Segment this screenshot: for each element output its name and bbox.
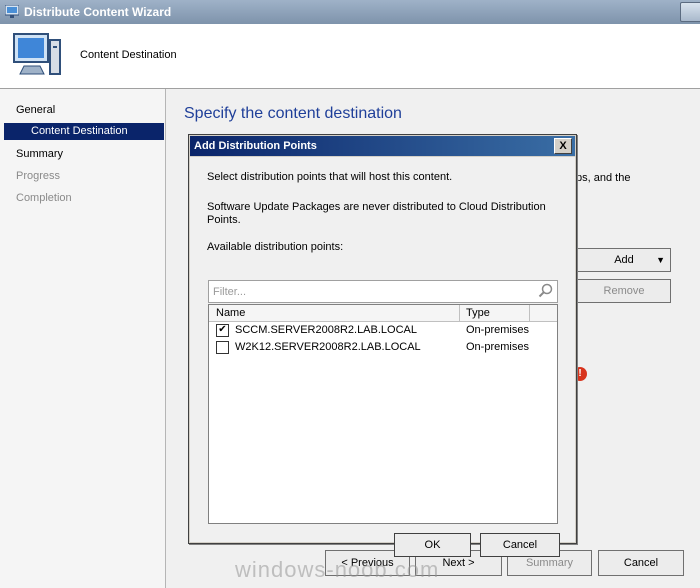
list-item[interactable]: W2K12.SERVER2008R2.LAB.LOCAL On-premises [209, 339, 557, 356]
available-points-label: Available distribution points: [207, 241, 344, 253]
checkbox-icon[interactable] [216, 341, 229, 354]
list-header: Name Type [209, 305, 557, 322]
distribution-point-name: SCCM.SERVER2008R2.LAB.LOCAL [235, 324, 417, 336]
add-button-label: Add [614, 254, 634, 266]
dialog-title: Add Distribution Points [194, 140, 317, 152]
wizard-navigation: General Content Destination Summary Prog… [0, 89, 166, 588]
dialog-cancel-button[interactable]: Cancel [480, 533, 560, 557]
filter-input[interactable]: Filter... [208, 280, 558, 303]
window-title: Distribute Content Wizard [24, 5, 172, 19]
wizard-header: Content Destination [0, 24, 700, 89]
checkbox-icon[interactable]: ✔ [216, 324, 229, 337]
distribution-point-type: On-premises [466, 341, 529, 353]
maximize-button[interactable] [680, 2, 700, 22]
column-separator[interactable] [459, 305, 460, 321]
column-name[interactable]: Name [216, 307, 245, 319]
nav-item-summary[interactable]: Summary [16, 148, 63, 160]
nav-item-progress: Progress [16, 170, 61, 182]
wizard-icon [5, 5, 19, 18]
close-icon[interactable]: X [554, 138, 572, 154]
computer-icon [13, 33, 61, 75]
partial-description-text: ps, and the [576, 172, 631, 184]
ok-button[interactable]: OK [394, 533, 471, 557]
cancel-button[interactable]: Cancel [598, 550, 684, 576]
dialog-instruction: Select distribution points that will hos… [207, 171, 453, 183]
dialog-note: Software Update Packages are never distr… [207, 201, 546, 226]
header-title: Content Destination [80, 49, 177, 61]
column-type[interactable]: Type [466, 307, 490, 319]
add-distribution-points-dialog: Add Distribution Points X Select distrib… [188, 134, 577, 557]
distribution-points-list[interactable]: Name Type ✔ SCCM.SERVER2008R2.LAB.LOCAL … [208, 304, 558, 524]
search-icon [538, 283, 553, 298]
filter-placeholder: Filter... [213, 286, 247, 298]
dropdown-arrow-icon: ▼ [656, 255, 665, 265]
distribution-point-name: W2K12.SERVER2008R2.LAB.LOCAL [235, 341, 421, 353]
column-separator[interactable] [529, 305, 530, 321]
nav-item-content-destination[interactable]: Content Destination [4, 123, 164, 140]
nav-item-label: Content Destination [31, 125, 128, 137]
dialog-title-bar[interactable]: Add Distribution Points X [190, 136, 575, 156]
page-heading: Specify the content destination [184, 105, 402, 122]
dialog-body: Select distribution points that will hos… [190, 157, 575, 557]
list-item[interactable]: ✔ SCCM.SERVER2008R2.LAB.LOCAL On-premise… [209, 322, 557, 339]
nav-item-completion: Completion [16, 192, 72, 204]
remove-button: Remove [577, 279, 671, 303]
distribution-point-type: On-premises [466, 324, 529, 336]
watermark: windows-noob.com [235, 557, 440, 582]
add-button[interactable]: Add ▼ [577, 248, 671, 272]
nav-item-general[interactable]: General [16, 104, 55, 116]
window-title-bar[interactable]: Distribute Content Wizard [0, 0, 700, 24]
